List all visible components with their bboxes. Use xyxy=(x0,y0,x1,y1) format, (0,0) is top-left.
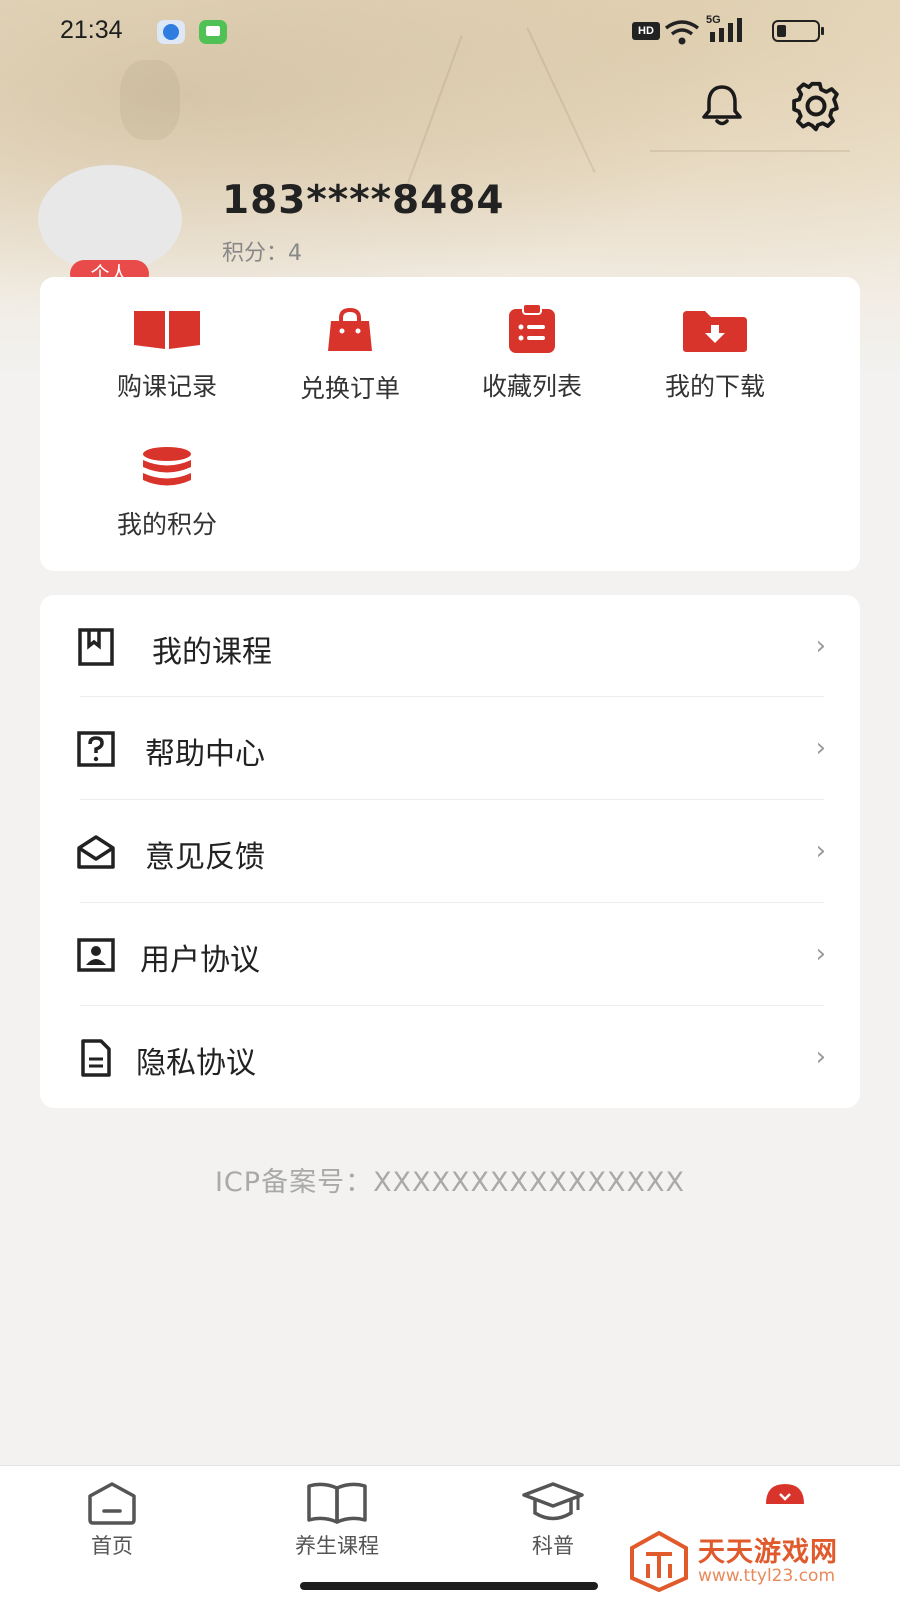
hd-icon: HD xyxy=(632,22,660,40)
wifi-icon xyxy=(664,18,700,46)
menu-item-label: 我的课程 xyxy=(152,635,272,670)
tab-label: 首页 xyxy=(91,1534,133,1558)
question-box-icon xyxy=(77,731,115,767)
menu-item-user-agreement[interactable]: 用户协议 › xyxy=(40,903,860,1007)
home-icon xyxy=(88,1482,136,1525)
battery-icon xyxy=(772,20,824,42)
menu-item-my-courses[interactable]: 我的课程 › xyxy=(40,595,860,699)
quick-action-favorites[interactable]: 收藏列表 xyxy=(447,303,617,423)
document-icon xyxy=(81,1039,111,1077)
watermark-title: 天天游戏网 xyxy=(698,1537,838,1568)
quick-action-label: 我的积分 xyxy=(116,510,217,539)
chevron-right-icon: › xyxy=(815,631,826,661)
tab-science[interactable]: 科普 xyxy=(468,1480,638,1580)
chevron-right-icon: › xyxy=(815,836,826,866)
id-card-icon xyxy=(77,938,115,972)
gear-icon[interactable] xyxy=(790,80,840,132)
open-book-icon xyxy=(307,1482,367,1524)
quick-actions-card: 购课记录 兑换订单 收藏列表 我的下载 我的积分 xyxy=(40,277,860,571)
bookmark-book-icon xyxy=(78,628,114,666)
tab-label: 科普 xyxy=(532,1534,574,1558)
quick-action-label: 收藏列表 xyxy=(481,372,582,401)
watermark: 天天游戏网 www.ttyl23.com xyxy=(628,1530,898,1592)
menu-item-help-center[interactable]: 帮助中心 › xyxy=(40,697,860,801)
home-indicator[interactable] xyxy=(300,1582,598,1590)
signal-icon: 5G xyxy=(706,14,750,46)
chevron-right-icon: › xyxy=(815,1042,826,1072)
quick-action-purchase-records[interactable]: 购课记录 xyxy=(82,307,252,427)
avatar[interactable] xyxy=(38,165,182,273)
menu-item-privacy-policy[interactable]: 隐私协议 › xyxy=(40,1006,860,1110)
status-bar: 21:34 HD 5G xyxy=(0,0,900,64)
message-notification-icon xyxy=(199,20,227,44)
tab-health-courses[interactable]: 养生课程 xyxy=(252,1480,422,1580)
folder-download-icon xyxy=(683,311,747,352)
quick-action-label: 我的下载 xyxy=(664,372,765,401)
shopping-bag-icon xyxy=(328,307,372,351)
app-notification-icon xyxy=(157,20,185,44)
clipboard-list-icon xyxy=(509,303,555,353)
tab-home[interactable]: 首页 xyxy=(27,1480,197,1580)
envelope-open-icon xyxy=(77,835,115,869)
user-points: 积分：4 xyxy=(222,235,302,267)
book-open-icon xyxy=(134,311,200,349)
menu-list-card: 我的课程 › 帮助中心 › 意见反馈 › 用户协议 › 隐私协议 › xyxy=(40,595,860,1108)
user-phone: 183****8484 xyxy=(222,178,505,223)
quick-action-label: 兑换订单 xyxy=(299,374,400,403)
tab-label: 养生课程 xyxy=(295,1534,379,1558)
watermark-logo-icon xyxy=(630,1530,688,1592)
quick-action-label: 购课记录 xyxy=(116,372,217,401)
chevron-right-icon: › xyxy=(815,939,826,969)
bell-icon[interactable] xyxy=(697,80,747,130)
menu-item-label: 隐私协议 xyxy=(136,1046,256,1081)
profile-active-icon xyxy=(766,1484,804,1504)
quick-action-downloads[interactable]: 我的下载 xyxy=(630,309,800,429)
menu-item-label: 用户协议 xyxy=(140,943,260,978)
menu-item-feedback[interactable]: 意见反馈 › xyxy=(40,800,860,904)
status-time: 21:34 xyxy=(60,16,123,44)
points-label: 积分： xyxy=(222,241,289,266)
chevron-right-icon: › xyxy=(815,733,826,763)
quick-action-exchange-orders[interactable]: 兑换订单 xyxy=(265,307,435,427)
graduation-cap-icon xyxy=(522,1482,584,1521)
menu-item-label: 帮助中心 xyxy=(145,737,265,772)
watermark-url: www.ttyl23.com xyxy=(698,1566,836,1586)
icp-record: ICP备案号：XXXXXXXXXXXXXXXX xyxy=(214,1167,686,1198)
quick-action-points[interactable]: 我的积分 xyxy=(82,445,252,565)
coins-stack-icon xyxy=(143,447,191,486)
points-value: 4 xyxy=(288,241,303,266)
menu-item-label: 意见反馈 xyxy=(145,840,265,875)
